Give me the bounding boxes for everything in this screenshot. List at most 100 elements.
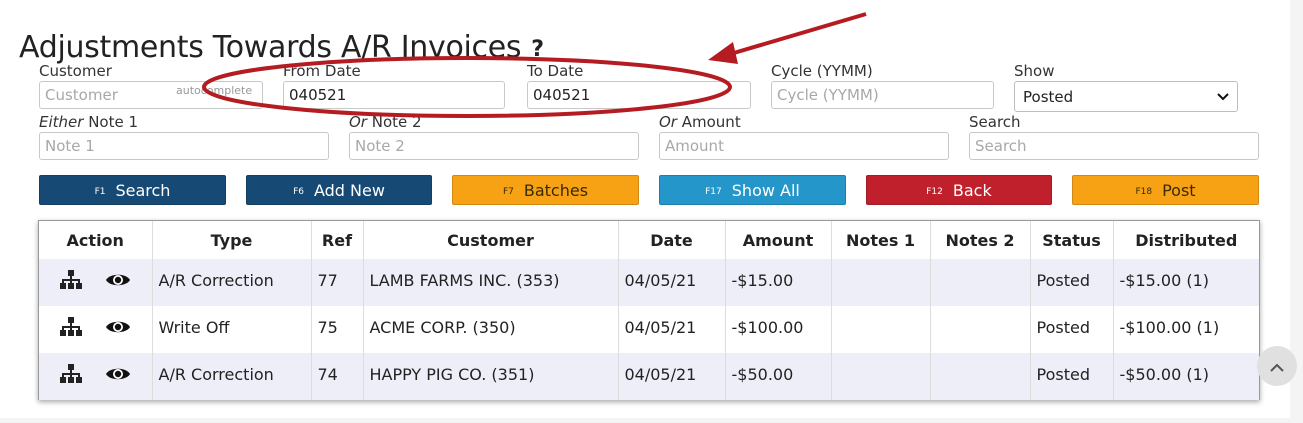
header-date[interactable]: Date	[618, 221, 726, 259]
row-actions	[39, 353, 153, 400]
customer-field: Customer autocomplete	[39, 61, 263, 109]
cell-distributed: -$100.00 (1)	[1119, 318, 1220, 337]
search-field: Search	[969, 112, 1259, 160]
header-amount[interactable]: Amount	[725, 221, 832, 259]
amount-label-prefix: Or	[659, 113, 677, 131]
note1-field: Either Note 1	[39, 112, 329, 160]
cell-date: 04/05/21	[618, 353, 726, 400]
scroll-top-button[interactable]	[1257, 346, 1297, 386]
header-distributed[interactable]: Distributed	[1113, 221, 1259, 259]
show-select[interactable]: Posted	[1014, 81, 1238, 112]
cell-ref: 77	[311, 259, 364, 306]
note2-label-text: Note 2	[366, 113, 422, 131]
back-button-label: Back	[952, 180, 992, 200]
cell-status: Posted	[1030, 353, 1114, 400]
show-all-button-key: F17	[705, 186, 722, 197]
cell-type: A/R Correction	[152, 353, 312, 400]
cell-amount: -$100.00	[725, 306, 832, 353]
customer-label: Customer	[39, 62, 112, 80]
cell-notes2	[930, 353, 1031, 400]
page-title: Adjustments Towards A/R Invoices ?	[19, 30, 544, 65]
header-action[interactable]: Action	[39, 221, 153, 259]
search-input[interactable]	[969, 132, 1259, 160]
cell-type: Write Off	[152, 306, 312, 353]
results-table: Action Type Ref Customer Date Amount Not…	[38, 220, 1260, 400]
row-actions	[39, 259, 153, 306]
cell-notes1	[831, 259, 931, 306]
cell-status: Posted	[1030, 259, 1114, 306]
sitemap-icon[interactable]	[59, 316, 82, 337]
cell-distributed: -$15.00 (1)	[1113, 259, 1259, 306]
cell-notes1	[831, 306, 931, 353]
add-new-button-key: F6	[293, 186, 304, 197]
cell-ref: 74	[311, 353, 364, 400]
cell-status: Posted	[1030, 306, 1114, 353]
cycle-input[interactable]	[771, 81, 994, 109]
row-actions	[39, 306, 153, 353]
cell-amount: -$15.00	[725, 259, 832, 306]
batches-button-key: F7	[502, 186, 514, 197]
chevron-down-icon	[1217, 89, 1229, 105]
note2-input[interactable]	[349, 132, 639, 160]
eye-icon[interactable]	[105, 271, 131, 289]
search-button-key: F1	[94, 186, 106, 197]
cell-customer: ACME CORP. (350)	[363, 306, 619, 353]
show-all-button[interactable]: F17 Show All	[659, 175, 846, 205]
header-customer[interactable]: Customer	[363, 221, 619, 259]
cell-amount: -$50.00	[725, 353, 832, 400]
eye-icon[interactable]	[105, 318, 131, 336]
sitemap-icon[interactable]	[59, 269, 82, 290]
search-label: Search	[969, 113, 1021, 131]
post-button[interactable]: F18 Post	[1072, 175, 1259, 205]
add-new-button[interactable]: F6 Add New	[246, 175, 432, 205]
eye-icon[interactable]	[105, 365, 131, 383]
amount-label-text: Amount	[676, 113, 741, 131]
header-notes2[interactable]: Notes 2	[930, 221, 1031, 259]
table-header-row: Action Type Ref Customer Date Amount Not…	[39, 221, 1259, 259]
post-button-key: F18	[1135, 186, 1153, 197]
to-date-input[interactable]	[527, 81, 751, 109]
cell-distributed: -$50.00 (1)	[1113, 353, 1259, 400]
cycle-label: Cycle (YYMM)	[771, 62, 873, 80]
batches-button-label: Batches	[523, 180, 589, 200]
note2-label-prefix: Or	[349, 113, 367, 131]
cell-ref: 75	[311, 306, 364, 353]
cell-date: 04/05/21	[618, 306, 726, 353]
cell-customer: HAPPY PIG CO. (351)	[363, 353, 619, 400]
back-button[interactable]: F12 Back	[866, 175, 1052, 205]
cell-type: A/R Correction	[152, 259, 312, 306]
table-row[interactable]: A/R Correction 74 HAPPY PIG CO. (351) 04…	[39, 353, 1259, 400]
customer-input[interactable]	[39, 81, 263, 109]
amount-field: Or Amount	[659, 112, 949, 160]
table-row[interactable]: A/R Correction 77 LAMB FARMS INC. (353) …	[39, 259, 1259, 306]
post-button-label: Post	[1162, 180, 1196, 200]
batches-button[interactable]: F7 Batches	[452, 175, 639, 205]
amount-label: Or Amount	[659, 112, 949, 132]
show-label: Show	[1014, 62, 1055, 80]
note1-label-text: Note 1	[83, 113, 139, 131]
note1-label-prefix: Either	[39, 113, 84, 131]
header-status[interactable]: Status	[1030, 221, 1114, 259]
amount-input[interactable]	[659, 132, 949, 160]
cell-notes1	[831, 353, 931, 400]
from-date-input[interactable]	[283, 81, 505, 109]
header-type[interactable]: Type	[152, 221, 312, 259]
note1-input[interactable]	[39, 132, 329, 160]
help-icon[interactable]: ?	[531, 37, 544, 62]
header-ref[interactable]: Ref	[311, 221, 364, 259]
back-button-key: F12	[926, 186, 943, 197]
cycle-field: Cycle (YYMM)	[771, 61, 994, 109]
from-date-label: From Date	[283, 62, 361, 80]
header-notes1[interactable]: Notes 1	[831, 221, 931, 259]
to-date-label: To Date	[527, 62, 584, 80]
cell-notes2	[930, 259, 1031, 306]
chevron-up-icon	[1270, 356, 1284, 377]
show-all-button-label: Show All	[731, 180, 800, 200]
from-date-field: From Date	[283, 61, 505, 109]
to-date-field: To Date	[527, 61, 751, 109]
note2-field: Or Note 2	[349, 112, 639, 160]
table-row[interactable]: Write Off 75 ACME CORP. (350) 04/05/21 -…	[39, 306, 1259, 353]
search-button[interactable]: F1 Search	[39, 175, 226, 205]
search-button-label: Search	[115, 180, 171, 200]
sitemap-icon[interactable]	[59, 363, 82, 384]
